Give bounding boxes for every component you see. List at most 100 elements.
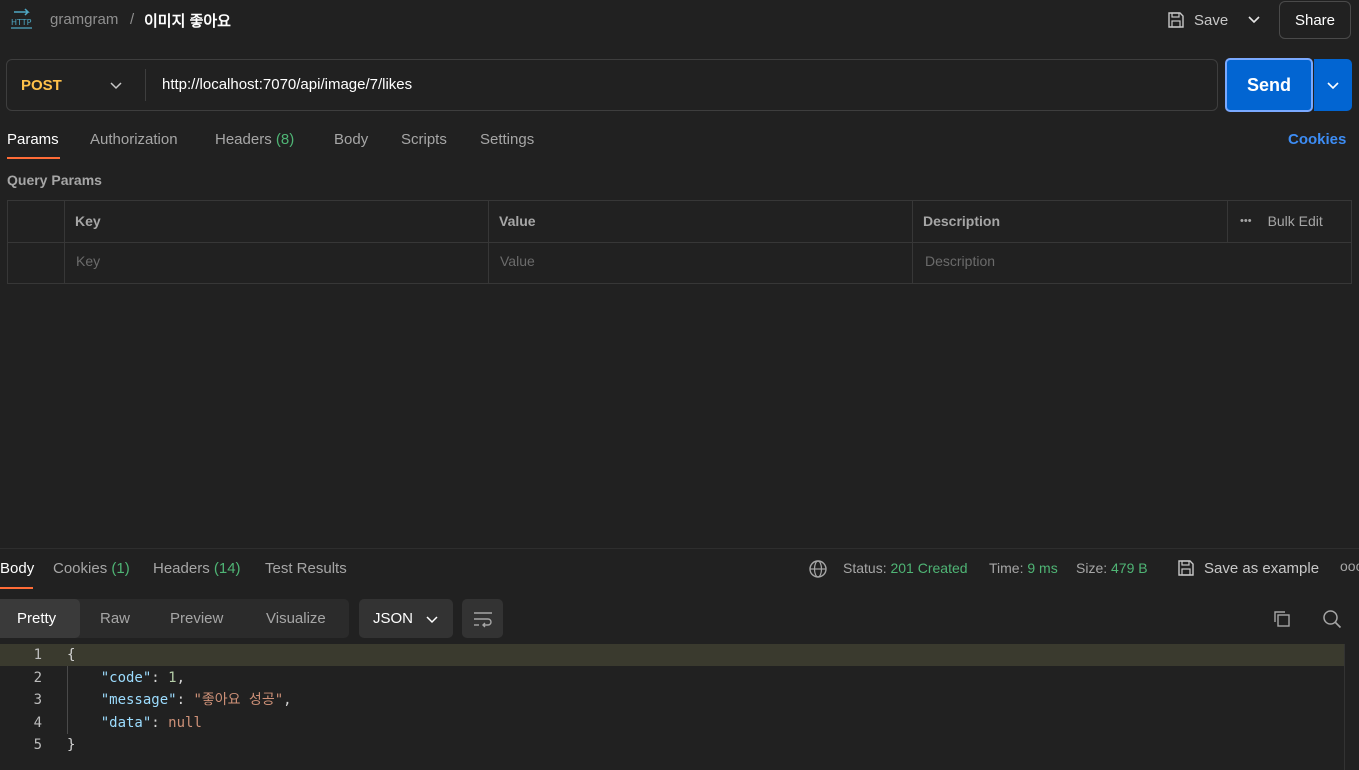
column-divider: [912, 200, 913, 284]
line-number: 4: [33, 715, 42, 731]
tab-scripts[interactable]: Scripts: [401, 131, 447, 148]
response-tab-headers-label: Headers: [153, 560, 210, 577]
svg-text:HTTP: HTTP: [11, 18, 32, 27]
response-tab-indicator: [0, 587, 33, 589]
response-body-editor[interactable]: 1 { 2 "code": 1, 3 "message": "좋아요 성공", …: [0, 644, 1359, 770]
response-tab-body[interactable]: Body: [0, 560, 34, 577]
code-text: "message": "좋아요 성공",: [100, 692, 292, 708]
search-icon[interactable]: [1321, 608, 1343, 630]
response-more-icon[interactable]: ooo: [1340, 558, 1359, 574]
method-select[interactable]: POST: [21, 77, 62, 94]
code-text: "data": null: [100, 715, 202, 731]
http-request-icon: HTTP: [10, 8, 36, 32]
url-input[interactable]: http://localhost:7070/api/image/7/likes: [162, 76, 412, 93]
save-as-example-button[interactable]: Save as example: [1176, 558, 1319, 578]
editor-scrollbar-edge: [1344, 644, 1345, 770]
code-text: "code": 1,: [100, 670, 186, 686]
save-options-chevron-icon[interactable]: [1244, 10, 1264, 30]
tab-body[interactable]: Body: [334, 131, 368, 148]
save-icon: [1166, 10, 1186, 30]
view-raw-button[interactable]: Raw: [100, 610, 130, 627]
tab-headers-count: (8): [275, 131, 295, 148]
response-tab-cookies[interactable]: Cookies (1): [53, 560, 130, 577]
key-input[interactable]: Key: [76, 253, 100, 269]
json-key: "code": [100, 670, 152, 686]
line-number: 2: [33, 670, 42, 686]
send-options-button[interactable]: [1314, 59, 1352, 111]
column-divider: [64, 200, 65, 284]
save-icon: [1176, 558, 1196, 578]
line-number: 1: [33, 647, 42, 663]
view-visualize-button[interactable]: Visualize: [266, 610, 326, 627]
column-divider: [488, 200, 489, 284]
json-string: "좋아요 성공": [193, 692, 284, 708]
save-as-example-label: Save as example: [1204, 559, 1320, 577]
save-label: Save: [1194, 11, 1229, 29]
query-params-label: Query Params: [7, 172, 102, 188]
breadcrumb-collection[interactable]: gramgram: [50, 11, 118, 28]
method-chevron-icon[interactable]: [108, 77, 124, 93]
breadcrumb-separator: /: [130, 11, 135, 28]
tab-headers-label: Headers: [215, 131, 272, 148]
share-button[interactable]: Share: [1279, 1, 1351, 39]
cookies-link[interactable]: Cookies: [1288, 131, 1346, 148]
bulk-edit-button[interactable]: Bulk Edit: [1268, 213, 1323, 229]
tab-authorization[interactable]: Authorization: [90, 131, 178, 148]
code-line: 5 }: [0, 734, 1345, 756]
globe-icon[interactable]: [808, 559, 828, 579]
request-title[interactable]: 이미지 좋아요: [144, 10, 231, 31]
json-key: "message": [100, 692, 177, 708]
table-row-divider: [7, 242, 1352, 243]
code-line: 3 "message": "좋아요 성공",: [0, 689, 1345, 711]
send-button[interactable]: Send: [1225, 58, 1313, 112]
copy-icon[interactable]: [1271, 608, 1293, 630]
view-preview-button[interactable]: Preview: [170, 610, 223, 627]
response-tab-cookies-label: Cookies: [53, 560, 108, 577]
code-text: }: [67, 737, 76, 753]
time-readout: Time: 9 ms: [989, 560, 1058, 576]
column-divider: [1227, 200, 1228, 242]
description-input[interactable]: Description: [925, 253, 995, 269]
more-options-icon[interactable]: •••: [1240, 215, 1252, 227]
value-input[interactable]: Value: [500, 253, 535, 269]
tab-settings[interactable]: Settings: [480, 131, 534, 148]
response-tab-test-results[interactable]: Test Results: [265, 560, 347, 577]
tab-headers[interactable]: Headers (8): [215, 131, 294, 148]
status-value: 201 Created: [890, 560, 968, 576]
status-label: Status:: [843, 560, 887, 576]
code-text: {: [67, 647, 76, 663]
json-key: "data": [100, 715, 152, 731]
column-header-key: Key: [75, 213, 101, 229]
view-pretty-button[interactable]: Pretty: [17, 610, 56, 627]
status-readout: Status: 201 Created: [843, 560, 968, 576]
bulk-edit-area: ••• Bulk Edit: [1240, 213, 1323, 229]
response-tab-headers-count: (14): [213, 560, 241, 577]
time-label: Time:: [989, 560, 1024, 576]
time-value: 9 ms: [1027, 560, 1058, 576]
column-header-value: Value: [499, 213, 536, 229]
word-wrap-button[interactable]: [462, 599, 503, 638]
save-button[interactable]: Save: [1166, 8, 1228, 32]
chevron-down-icon: [425, 612, 439, 626]
wrap-lines-icon: [472, 610, 494, 628]
code-line: 1 {: [0, 644, 1345, 666]
tab-params[interactable]: Params: [7, 131, 59, 148]
response-tab-headers[interactable]: Headers (14): [153, 560, 241, 577]
format-label: JSON: [372, 610, 413, 627]
json-null: null: [168, 715, 202, 731]
size-value: 479 B: [1111, 560, 1148, 576]
indent-guide: [67, 666, 68, 734]
response-divider[interactable]: [0, 548, 1359, 549]
line-number: 3: [33, 692, 42, 708]
chevron-down-icon: [1325, 77, 1341, 93]
url-divider: [145, 69, 146, 101]
size-readout: Size: 479 B: [1076, 560, 1148, 576]
column-header-description: Description: [923, 213, 1001, 229]
tab-active-indicator: [7, 157, 60, 159]
response-tab-cookies-count: (1): [111, 560, 130, 577]
line-number: 5: [33, 737, 42, 753]
code-line: 4 "data": null: [0, 712, 1345, 734]
format-select[interactable]: JSON: [359, 599, 453, 638]
code-line: 2 "code": 1,: [0, 667, 1345, 689]
json-number: 1: [168, 670, 177, 686]
